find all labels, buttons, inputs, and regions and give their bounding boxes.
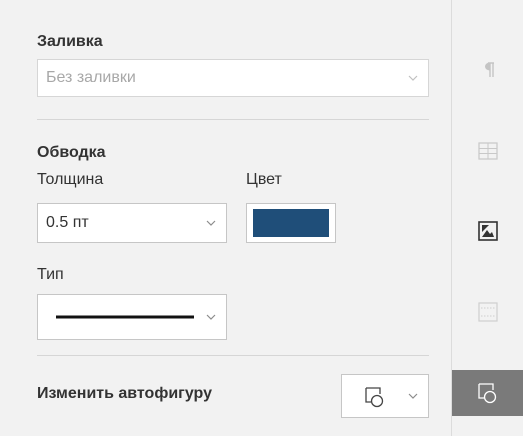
paragraph-icon (484, 62, 494, 77)
thickness-select[interactable]: 0.5 пт (37, 203, 227, 243)
settings-rail (452, 0, 523, 436)
section-divider (37, 119, 429, 120)
image-icon (477, 221, 498, 241)
thickness-label: Толщина (37, 171, 104, 188)
chevron-down-icon (408, 75, 418, 81)
rail-table-button[interactable] (452, 128, 523, 174)
chevron-down-icon (206, 314, 216, 320)
chevron-down-icon (206, 220, 216, 226)
stroke-color-swatch (253, 209, 329, 237)
fill-select-value: Без заливки (46, 69, 136, 86)
line-style-sample (56, 315, 194, 319)
shape-settings-panel: Заливка Без заливки Обводка Толщина Цвет… (0, 0, 451, 436)
fill-section-title: Заливка (37, 33, 103, 50)
change-shape-button[interactable] (341, 374, 429, 418)
table-icon (477, 142, 498, 160)
shape-icon (365, 387, 384, 408)
rail-header-footer-button[interactable] (452, 289, 523, 335)
stroke-color-button[interactable] (246, 203, 336, 243)
chevron-down-icon (408, 393, 418, 399)
type-label: Тип (37, 266, 64, 283)
rail-shape-button[interactable] (452, 370, 523, 416)
header-footer-icon (477, 302, 498, 322)
rail-paragraph-button[interactable] (452, 47, 523, 93)
stroke-section-title: Обводка (37, 144, 106, 161)
change-shape-label: Изменить автофигуру (37, 385, 212, 402)
section-divider (37, 355, 429, 356)
thickness-select-value: 0.5 пт (46, 214, 89, 231)
rail-image-button[interactable] (452, 208, 523, 254)
color-label: Цвет (246, 171, 282, 188)
shape-icon (477, 383, 496, 404)
line-type-select[interactable] (37, 294, 227, 340)
fill-select: Без заливки (37, 59, 429, 97)
